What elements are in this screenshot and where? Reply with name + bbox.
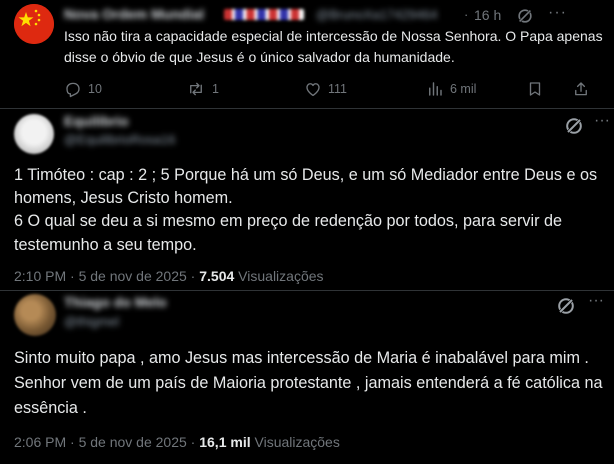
bookmark-button[interactable] xyxy=(526,80,544,98)
tweet-text: Sinto muito papa , amo Jesus mas interce… xyxy=(14,349,603,417)
grok-icon[interactable] xyxy=(556,296,576,316)
more-options-icon[interactable]: ··· xyxy=(548,4,567,22)
tweet-text-line-1: 1 Timóteo : cap : 2 ; 5 Porque há um só … xyxy=(14,166,598,208)
more-options-icon[interactable]: ··· xyxy=(588,292,604,310)
share-button[interactable] xyxy=(572,80,590,98)
views-label: Visualizações xyxy=(238,268,324,284)
reply-count: 10 xyxy=(88,82,102,96)
views-count: 16,1 mil xyxy=(199,434,251,450)
avatar[interactable] xyxy=(14,4,54,44)
tweet-text-line-2: 6 O qual se deu a si mesmo em preço de r… xyxy=(14,212,562,254)
reply-thread: Nova Ordem Mundial @BrunoXa17429464 · 16… xyxy=(0,0,614,464)
heart-icon xyxy=(306,83,320,97)
photo-avatar-icon[interactable] xyxy=(14,294,56,336)
like-button[interactable]: 111 xyxy=(304,80,347,98)
display-name[interactable]: Thiago do Melo xyxy=(64,294,167,310)
more-options-icon[interactable]: ··· xyxy=(594,112,610,130)
display-name[interactable]: Equilibrio xyxy=(64,113,129,129)
separator-dot: · xyxy=(464,7,469,22)
white-avatar-icon[interactable] xyxy=(14,114,54,154)
views-button[interactable]: 6 mil xyxy=(426,80,476,98)
tweet-actions: 10 1 111 6 mil xyxy=(62,80,602,100)
tweet-text: Isso não tira a capacidade especial de i… xyxy=(64,28,603,65)
like-count: 111 xyxy=(328,82,348,96)
user-handle[interactable]: @EquilibrioRosa16 xyxy=(64,132,175,147)
tweet-2[interactable]: Equilibrio @EquilibrioRosa16 ··· 1 Timót… xyxy=(0,108,614,290)
tweet-3[interactable]: Thiago do Melo @thigmel ··· Sinto muito … xyxy=(0,290,614,464)
tweet-meta: 2:10 PM · 5 de nov de 2025 · 7.504 Visua… xyxy=(14,268,324,284)
bookmark-icon xyxy=(529,82,541,96)
grok-icon[interactable] xyxy=(516,7,534,25)
user-handle[interactable]: @thigmel xyxy=(64,314,119,329)
tweet-meta: 2:06 PM · 5 de nov de 2025 · 16,1 mil Vi… xyxy=(14,434,340,450)
post-time[interactable]: 16 h xyxy=(474,7,501,23)
repost-count: 1 xyxy=(212,82,219,96)
display-name[interactable]: Nova Ordem Mundial xyxy=(64,6,204,22)
user-handle[interactable]: @BrunoXa17429464 xyxy=(316,7,438,22)
views-label: Visualizações xyxy=(254,434,340,450)
reply-button[interactable]: 10 xyxy=(64,80,102,98)
grok-icon[interactable] xyxy=(564,116,584,136)
repost-icon xyxy=(190,82,202,96)
views-count: 6 mil xyxy=(450,82,477,96)
views-count: 7.504 xyxy=(199,268,235,284)
tweet-header: Nova Ordem Mundial @BrunoXa17429464 · 16… xyxy=(64,4,604,24)
timestamp[interactable]: 2:10 PM · 5 de nov de 2025 · xyxy=(14,268,195,284)
flag-emoji-icons xyxy=(224,9,304,20)
views-chart-icon xyxy=(429,82,442,96)
repost-button[interactable]: 1 xyxy=(186,80,219,98)
share-icon xyxy=(575,82,587,96)
tweet-1[interactable]: Nova Ordem Mundial @BrunoXa17429464 · 16… xyxy=(0,0,614,110)
timestamp[interactable]: 2:06 PM · 5 de nov de 2025 · xyxy=(14,434,195,450)
china-flag-icon xyxy=(14,4,54,44)
reply-icon xyxy=(66,82,80,98)
tweet-text: 1 Timóteo : cap : 2 ; 5 Porque há um só … xyxy=(14,164,608,257)
